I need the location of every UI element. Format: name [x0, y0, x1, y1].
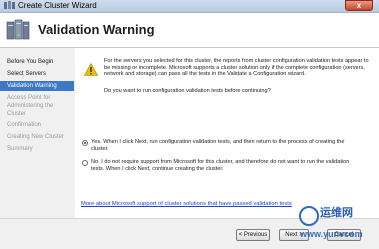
- title-bar[interactable]: Create Cluster Wizard x: [0, 0, 379, 13]
- watermark-logo: [299, 206, 319, 226]
- wizard-header: Validation Warning: [0, 13, 379, 48]
- more-info-link[interactable]: More about Microsoft support of cluster …: [81, 201, 292, 207]
- nav-step-summary: Summary: [7, 146, 33, 152]
- nav-step-validation-warning[interactable]: Validation Warning: [0, 81, 74, 91]
- cluster-servers-icon: [6, 19, 30, 40]
- warning-icon: [84, 63, 98, 76]
- watermark-url: www.yunvcom: [300, 229, 363, 239]
- close-button[interactable]: x: [345, 0, 373, 11]
- nav-step-access-point: Access Point for Administering the Clust…: [7, 95, 54, 117]
- nav-step-select-servers[interactable]: Select Servers: [0, 70, 74, 78]
- warning-message: For the servers you selected for this cl…: [104, 58, 369, 78]
- option-yes-label[interactable]: Yes. When I click Next, run configuratio…: [91, 139, 363, 152]
- previous-button[interactable]: < Previous: [236, 229, 270, 241]
- window-title: Create Cluster Wizard: [18, 1, 97, 10]
- nav-step-before-you-begin[interactable]: Before You Begin: [0, 58, 74, 66]
- page-title: Validation Warning: [38, 22, 155, 37]
- radio-no[interactable]: [82, 160, 88, 166]
- radio-yes[interactable]: [82, 140, 88, 146]
- nav-step-creating-new-cluster: Creating New Cluster: [7, 134, 65, 140]
- watermark-text: 运维网: [320, 207, 353, 219]
- option-no-label[interactable]: No. I do not require support from Micros…: [91, 159, 363, 172]
- wizard-steps-nav: Before You Begin Select Servers Validati…: [0, 48, 74, 218]
- question-text: Do you want to run configuration validat…: [104, 88, 271, 94]
- cluster-app-icon: [4, 1, 15, 9]
- nav-step-confirmation: Confirmation: [7, 122, 42, 128]
- content-pane: For the servers you selected for this cl…: [75, 48, 379, 218]
